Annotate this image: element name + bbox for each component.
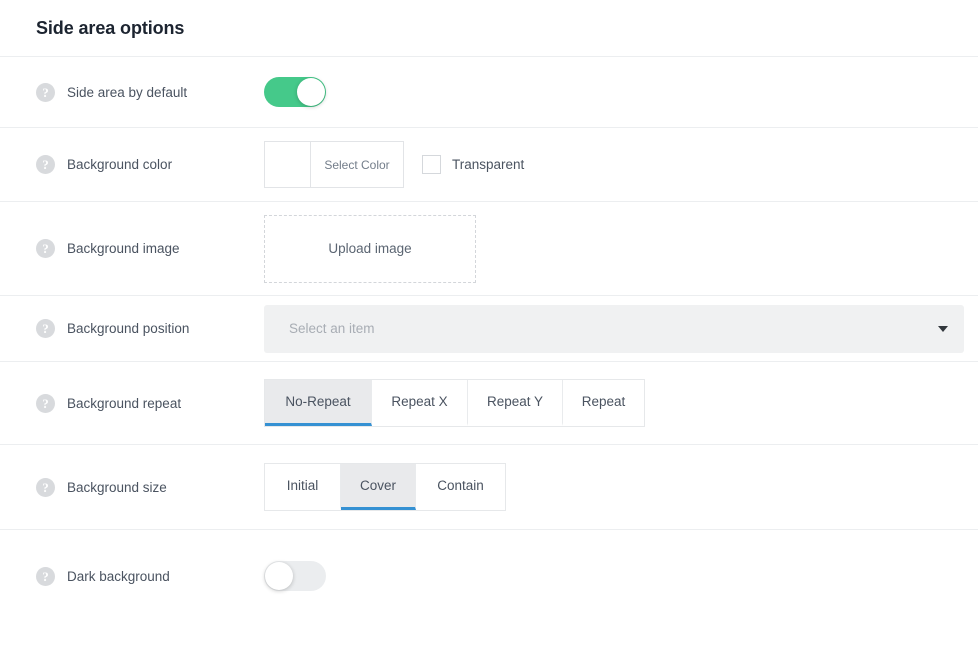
label-cell: ? Background image (36, 239, 264, 258)
row-label: Background size (67, 479, 167, 495)
panel-header: Side area options (0, 0, 978, 57)
row-background-image: ? Background image Upload image (0, 202, 978, 296)
toggle-knob (265, 562, 293, 590)
upload-image-dropzone[interactable]: Upload image (264, 214, 476, 283)
row-label: Background repeat (67, 395, 182, 411)
control-cell (264, 561, 968, 591)
row-label: Background image (67, 241, 180, 256)
control-cell: Upload image (264, 214, 968, 283)
control-cell: Initial Cover Contain (264, 463, 968, 511)
select-color-button[interactable]: Select Color (311, 142, 403, 187)
background-repeat-tab-group: No-Repeat Repeat X Repeat Y Repeat (264, 379, 645, 427)
page-title: Side area options (36, 17, 185, 38)
row-background-position: ? Background position Select an item (0, 296, 978, 362)
row-side-area-by-default: ? Side area by default (0, 57, 978, 128)
background-position-select[interactable]: Select an item (264, 304, 964, 353)
control-cell: Select Color Transparent (264, 141, 968, 188)
tab-cover[interactable]: Cover (341, 464, 416, 510)
help-icon[interactable]: ? (36, 477, 55, 497)
help-icon[interactable]: ? (36, 82, 55, 102)
color-picker[interactable]: Select Color (264, 141, 404, 188)
control-cell: No-Repeat Repeat X Repeat Y Repeat (264, 379, 968, 427)
tab-repeat-x[interactable]: Repeat X (372, 380, 468, 426)
toggle-knob (297, 78, 325, 106)
label-cell: ? Background color (36, 155, 264, 174)
row-label: Background position (67, 321, 190, 336)
dark-background-toggle[interactable] (264, 561, 326, 591)
side-area-by-default-toggle[interactable] (264, 77, 326, 107)
tab-initial[interactable]: Initial (265, 464, 341, 510)
row-dark-background: ? Dark background (0, 530, 978, 622)
transparent-label: Transparent (452, 157, 525, 172)
background-size-tab-group: Initial Cover Contain (264, 463, 506, 511)
help-icon[interactable]: ? (36, 566, 55, 586)
row-background-size: ? Background size Initial Cover Contain (0, 445, 978, 530)
help-icon[interactable]: ? (36, 239, 55, 258)
help-icon[interactable]: ? (36, 155, 55, 174)
label-cell: ? Background size (36, 477, 264, 497)
tab-contain[interactable]: Contain (416, 464, 505, 510)
row-label: Side area by default (67, 84, 188, 100)
control-cell (264, 77, 968, 107)
row-background-color: ? Background color Select Color Transpar… (0, 128, 978, 202)
tab-no-repeat[interactable]: No-Repeat (265, 380, 372, 426)
tab-repeat[interactable]: Repeat (563, 380, 644, 426)
row-label: Dark background (67, 568, 170, 584)
color-swatch[interactable] (265, 142, 311, 187)
label-cell: ? Background position (36, 319, 264, 338)
help-icon[interactable]: ? (36, 319, 55, 338)
help-icon[interactable]: ? (36, 393, 55, 413)
label-cell: ? Dark background (36, 566, 264, 586)
transparent-checkbox[interactable] (422, 155, 441, 174)
row-background-repeat: ? Background repeat No-Repeat Repeat X R… (0, 362, 978, 445)
label-cell: ? Side area by default (36, 82, 264, 102)
row-label: Background color (67, 157, 173, 172)
chevron-down-icon (938, 325, 948, 332)
tab-repeat-y[interactable]: Repeat Y (468, 380, 563, 426)
select-placeholder: Select an item (289, 321, 375, 336)
control-cell: Select an item (264, 304, 968, 353)
label-cell: ? Background repeat (36, 393, 264, 413)
transparent-checkbox-wrapper[interactable]: Transparent (422, 155, 524, 174)
